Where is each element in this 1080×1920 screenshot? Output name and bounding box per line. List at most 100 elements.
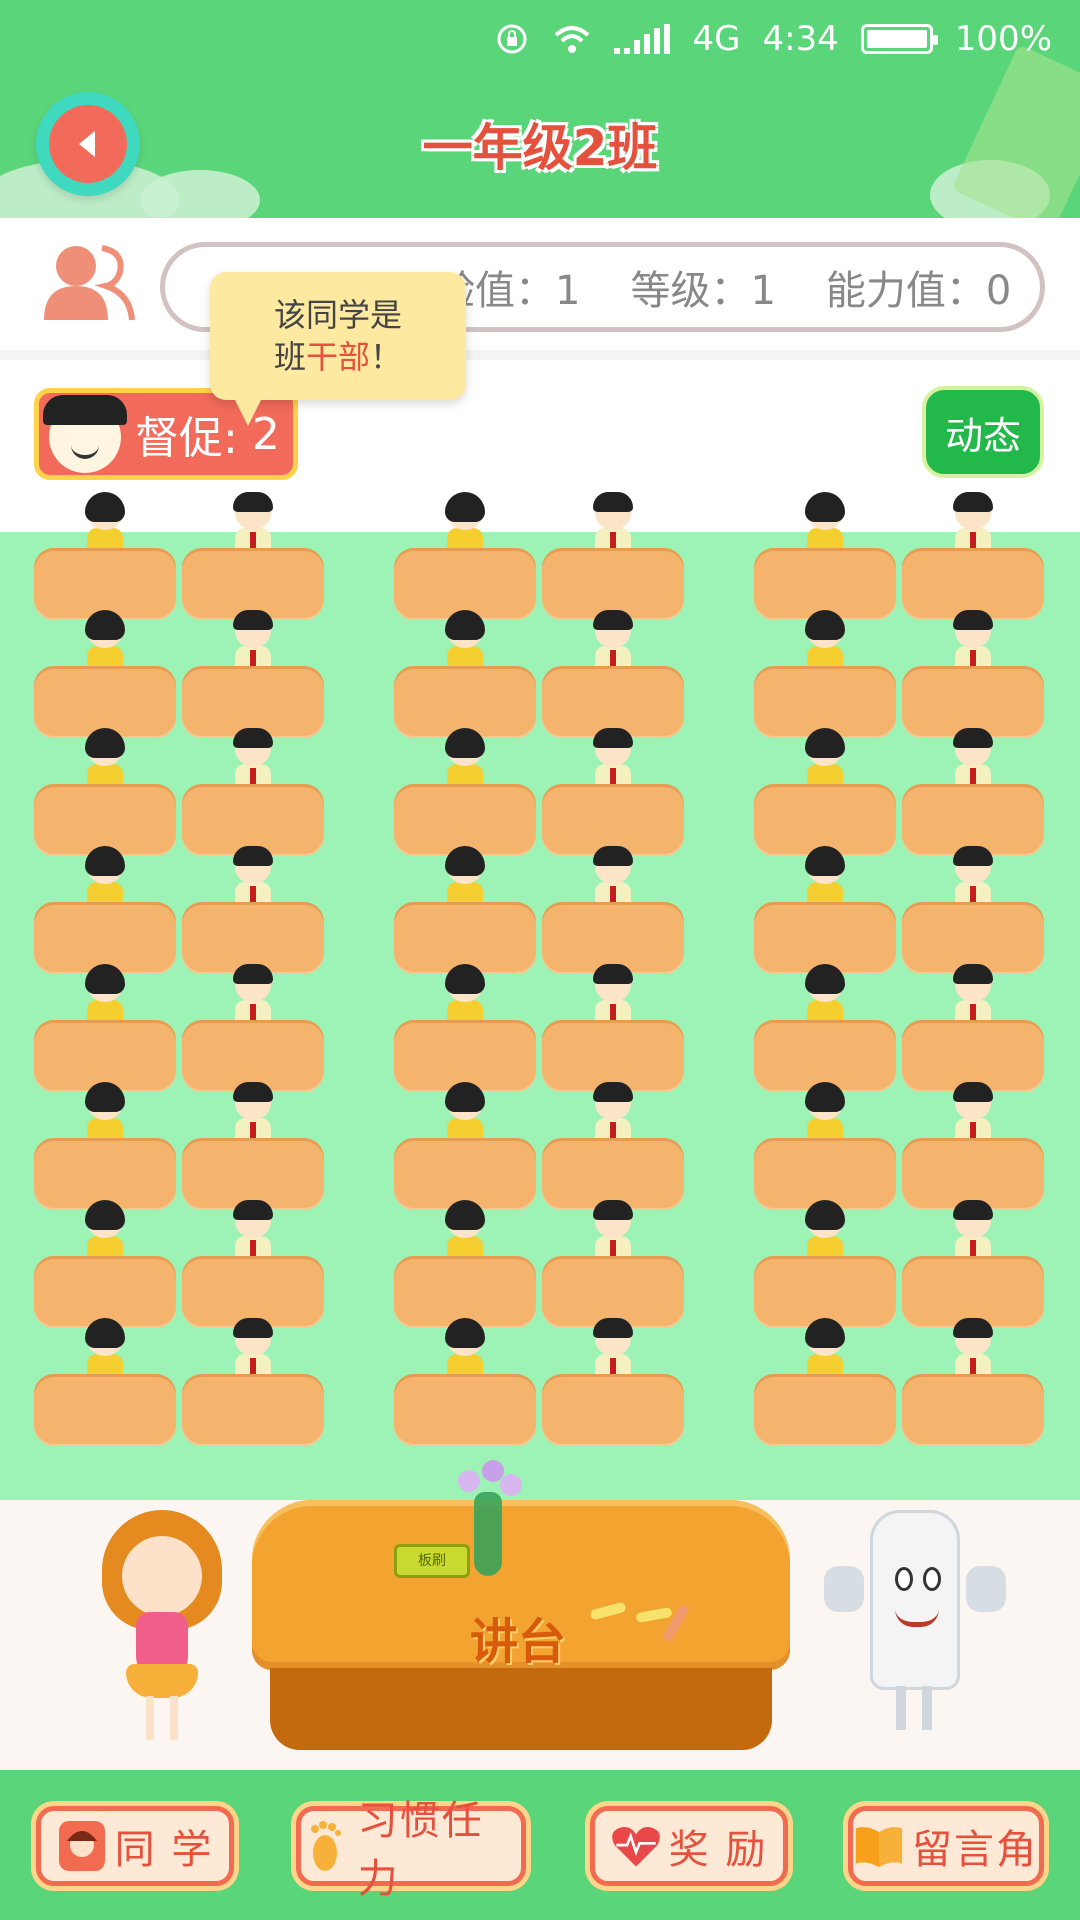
student-seat[interactable] (542, 610, 684, 738)
student-seat[interactable] (902, 964, 1044, 1092)
nav-label: 奖 励 (668, 1827, 768, 1873)
student-seat[interactable] (394, 964, 536, 1092)
student-seat[interactable] (754, 1200, 896, 1328)
desk (902, 1374, 1044, 1446)
student-seat[interactable] (542, 492, 684, 620)
podium-area: 板刷 讲台 (0, 1460, 1080, 1770)
student-seat[interactable] (754, 610, 896, 738)
footprint-icon (301, 1819, 350, 1873)
student-seat[interactable] (394, 1200, 536, 1328)
book-icon (854, 1819, 904, 1873)
student-seat[interactable] (182, 846, 324, 974)
thumbs-up-icon (966, 1566, 1006, 1612)
student-seat[interactable] (182, 1200, 324, 1328)
student-seat[interactable] (394, 610, 536, 738)
tooltip-text: 班 (273, 338, 306, 376)
desk (34, 1374, 176, 1446)
student-seat[interactable] (394, 728, 536, 856)
desk (754, 1374, 896, 1446)
battery-icon (860, 24, 938, 54)
student-seat[interactable] (754, 1082, 896, 1210)
desk (182, 1374, 324, 1446)
student-seat[interactable] (542, 1200, 684, 1328)
student-seat[interactable] (34, 610, 176, 738)
cadre-tooltip: 该同学是 班干部！ (210, 272, 466, 426)
bottom-nav: 同 学 习惯任力 奖 励 留言角 (0, 1770, 1080, 1920)
nav-habit-button[interactable]: 习惯任力 (296, 1798, 526, 1902)
nav-label: 同 学 (114, 1827, 214, 1873)
student-seat[interactable] (182, 728, 324, 856)
page-title: 一年级2班 (422, 119, 658, 177)
student-seat[interactable] (394, 492, 536, 620)
level-value: 等级：1 (630, 268, 776, 314)
student-seat[interactable] (34, 728, 176, 856)
student-seat[interactable] (34, 1082, 176, 1210)
student-seat[interactable] (394, 1318, 536, 1446)
student-seat[interactable] (902, 1082, 1044, 1210)
eraser[interactable]: 板刷 (394, 1544, 470, 1578)
student-seat[interactable] (542, 846, 684, 974)
student-seat[interactable] (182, 964, 324, 1092)
nav-label: 习惯任力 (357, 1798, 484, 1902)
chalk-mascot (804, 1500, 1024, 1740)
student-seat[interactable] (902, 492, 1044, 620)
tooltip-text: ！ (370, 338, 403, 376)
podium-label: 讲台 (470, 1614, 567, 1670)
student-seat[interactable] (394, 1082, 536, 1210)
ability-value: 能力值：0 (825, 268, 1012, 314)
user-group-icon (44, 245, 135, 321)
teacher-figure[interactable] (92, 1500, 232, 1740)
student-seat[interactable] (542, 964, 684, 1092)
nav-message-button[interactable]: 留言角 (848, 1806, 1044, 1886)
heart-icon (611, 1819, 661, 1873)
wifi-icon (552, 23, 592, 55)
student-icon (57, 1819, 107, 1873)
podium-front (270, 1668, 772, 1750)
urge-label: 督促: (135, 413, 238, 464)
student-seat[interactable] (754, 728, 896, 856)
student-seat[interactable] (542, 728, 684, 856)
student-seat[interactable] (34, 1200, 176, 1328)
desk (394, 1374, 536, 1446)
network-type: 4G (692, 19, 741, 59)
flower-icon (458, 1470, 480, 1492)
thumbs-up-icon (824, 1566, 864, 1612)
student-seat[interactable] (754, 1318, 896, 1446)
classroom-seating (0, 492, 1080, 1500)
student-seat[interactable] (34, 1318, 176, 1446)
student-seat[interactable] (542, 1318, 684, 1446)
desk (542, 1374, 684, 1446)
student-seat[interactable] (182, 492, 324, 620)
official-face-icon (43, 395, 127, 473)
student-seat[interactable] (902, 610, 1044, 738)
student-seat[interactable] (754, 492, 896, 620)
battery-percent: 100% (954, 19, 1052, 59)
clock: 4:34 (762, 19, 839, 59)
student-seat[interactable] (182, 610, 324, 738)
app-header: 4G 4:34 100% 一年级2班 (0, 0, 1080, 218)
tooltip-highlight: 干部 (305, 338, 370, 376)
student-seat[interactable] (34, 964, 176, 1092)
student-seat[interactable] (902, 728, 1044, 856)
rotation-lock-icon (494, 21, 530, 57)
student-seat[interactable] (754, 964, 896, 1092)
dynamic-button[interactable]: 动态 (922, 386, 1044, 478)
student-seat[interactable] (542, 1082, 684, 1210)
student-seat[interactable] (182, 1082, 324, 1210)
student-seat[interactable] (902, 1200, 1044, 1328)
nav-reward-button[interactable]: 奖 励 (590, 1806, 788, 1886)
student-seat[interactable] (34, 846, 176, 974)
flower-vase-icon (474, 1492, 502, 1576)
tooltip-line2: 班干部！ (210, 336, 466, 378)
status-bar: 4G 4:34 100% (494, 14, 1052, 64)
student-seat[interactable] (34, 492, 176, 620)
student-info-panel: 验值：1 等级：1 能力值：0 (0, 218, 1080, 360)
student-seat[interactable] (394, 846, 536, 974)
student-seat[interactable] (902, 1318, 1044, 1446)
nav-students-button[interactable]: 同 学 (36, 1806, 234, 1886)
student-seat[interactable] (754, 846, 896, 974)
student-seat[interactable] (182, 1318, 324, 1446)
nav-label: 留言角 (912, 1827, 1038, 1873)
flower-icon (500, 1474, 522, 1496)
student-seat[interactable] (902, 846, 1044, 974)
